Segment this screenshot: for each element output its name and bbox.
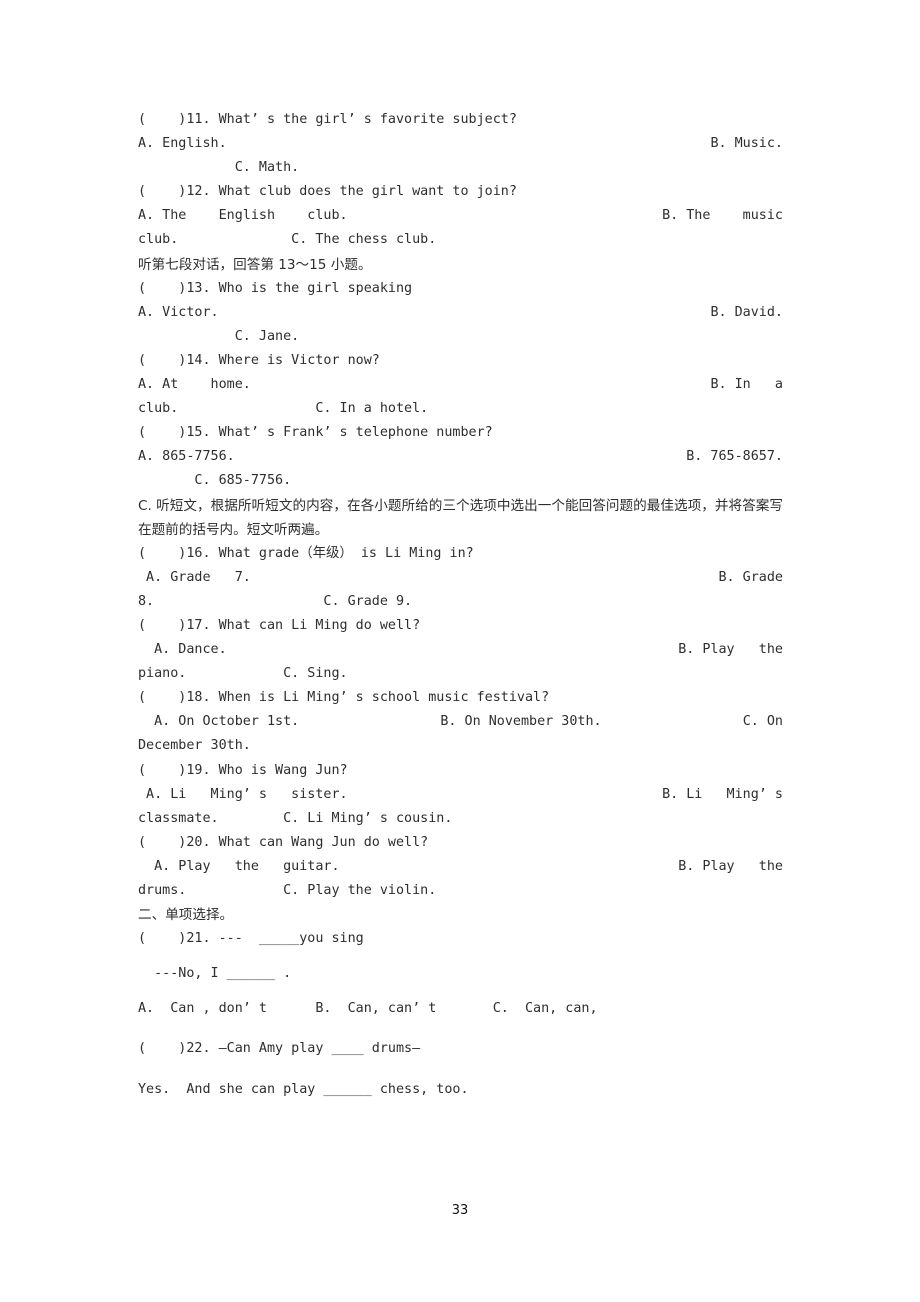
question-12-options-ab: A. The English club. B. The music (138, 204, 783, 228)
stem-chinese-gloss: 年级 (312, 545, 340, 561)
page-number: 33 (451, 1203, 469, 1218)
question-18-options-abc: A. On October 1st. B. On November 30th. … (138, 710, 783, 734)
question-20-option-c: drums. C. Play the violin. (138, 883, 437, 898)
question-21-options: A. Can , don’ t B. Can, can’ t C. Can, c… (138, 1001, 598, 1017)
question-22-stem: ( )22. —Can Amy play ____ drums— (138, 1041, 421, 1057)
question-19-option-c: classmate. C. Li Ming’ s cousin. (138, 810, 453, 826)
option-a: A. 865-7756. (138, 449, 235, 465)
option-b: B. On November 30th. (440, 714, 602, 730)
question-20-stem: ( )20. What can Wang Jun do well? (138, 834, 429, 850)
option-a: A. Grade 7. (138, 569, 251, 585)
question-17-options-ab: A. Dance. B. Play the (138, 638, 783, 662)
question-12-option-c: club. C. The chess club. (138, 232, 437, 248)
option-b: B. Music. (710, 136, 783, 152)
question-21-response: ---No, I ______ . (138, 966, 292, 982)
option-b: B. Grade (718, 569, 784, 585)
question-12-stem: ( )12. What club does the girl want to j… (138, 184, 517, 200)
option-a: A. At home. (138, 377, 251, 393)
option-a: A. Dance. (138, 642, 227, 658)
option-b: B. Li Ming’ s (662, 786, 783, 802)
exam-content: ( )11. What’ s the girl’ s favorite subj… (138, 108, 783, 1102)
question-15-option-c: C. 685-7756. (138, 473, 292, 489)
question-16-options-ab: A. Grade 7. B. Grade (138, 566, 783, 590)
question-14-stem: ( )14. Where is Victor now? (138, 352, 380, 368)
question-18-stem: ( )18. When is Li Ming’ s school music f… (138, 690, 550, 706)
option-a: A. The English club. (138, 208, 348, 224)
question-15-stem: ( )15. What’ s Frank’ s telephone number… (138, 425, 493, 441)
question-13-stem: ( )13. Who is the girl speaking (138, 280, 413, 296)
question-14-options-ab: A. At home. B. In a (138, 373, 783, 397)
option-a: A. English. (138, 136, 227, 152)
question-21-stem: ( )21. --- _____you sing (138, 931, 364, 947)
option-b: B. Play the (678, 858, 783, 874)
question-19-options-ab: A. Li Ming’ s sister. B. Li Ming’ s (138, 783, 783, 807)
listening-instruction-dialog-7: 听第七段对话，回答第 13～15 小题。 (138, 256, 372, 273)
question-20-options-ab: A. Play the guitar. B. Play the (138, 855, 783, 879)
option-a: A. Li Ming’ s sister. (138, 786, 348, 802)
question-16-option-c: 8. C. Grade 9. (138, 593, 413, 609)
option-a: A. Victor. (138, 304, 219, 320)
question-19-stem: ( )19. Who is Wang Jun? (138, 762, 348, 778)
stem-prefix: ( )16. What grade（ (138, 545, 313, 561)
question-13-option-c: C. Jane. (138, 328, 300, 344)
question-14-option-c: club. C. In a hotel. (138, 401, 429, 417)
option-b: B. The music (662, 208, 783, 224)
listening-instruction-part-c: C. 听短文，根据所听短文的内容，在各小题所给的三个选项中选出一个能回答问题的最… (138, 497, 783, 538)
exam-page: ( )11. What’ s the girl’ s favorite subj… (0, 0, 920, 1302)
option-b: B. 765-8657. (686, 449, 783, 465)
stem-suffix: ） is Li Ming in? (339, 545, 474, 561)
option-a: A. Play the guitar. (138, 858, 340, 874)
section-heading-multiple-choice: 二、单项选择。 (138, 907, 234, 924)
option-b: B. David. (710, 304, 783, 320)
question-15-options-ab: A. 865-7756. B. 765-8657. (138, 445, 783, 469)
question-16-stem: ( )16. What grade（年级） is Li Ming in? (138, 542, 783, 566)
question-17-stem: ( )17. What can Li Ming do well? (138, 617, 421, 633)
question-13-options-ab: A. Victor. B. David. (138, 301, 783, 325)
question-22-response: Yes. And she can play ______ chess, too. (138, 1081, 469, 1097)
option-b: B. Play the (678, 642, 783, 658)
question-11-options-ab: A. English. B. Music. (138, 132, 783, 156)
option-b: B. In a (710, 377, 783, 393)
option-c: C. On (742, 714, 783, 730)
question-11-stem: ( )11. What’ s the girl’ s favorite subj… (138, 112, 517, 127)
question-17-option-c: piano. C. Sing. (138, 666, 348, 682)
option-a: A. On October 1st. (138, 714, 300, 730)
question-18-option-c-continued: December 30th. (138, 738, 251, 754)
question-11-option-c: C. Math. (138, 160, 300, 176)
